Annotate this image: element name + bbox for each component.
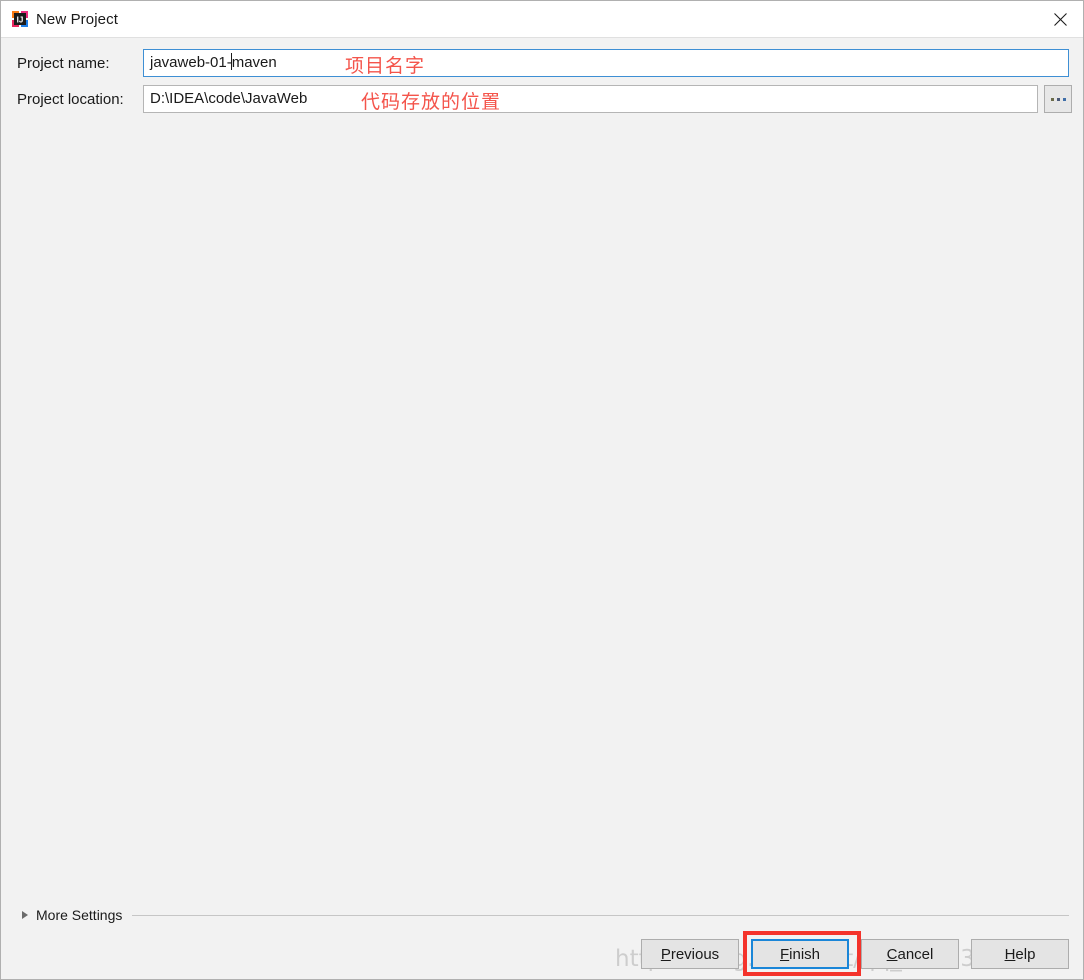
annotation-project-name: 项目名字 [345, 55, 426, 77]
project-name-input[interactable]: javaweb-01-maven [143, 49, 1069, 77]
browse-folder-button[interactable] [1044, 85, 1072, 113]
cancel-button-mnemonic: C [886, 945, 898, 963]
new-project-dialog: IJ New Project Project name: javaweb-01-… [0, 0, 1084, 980]
separator-line [132, 914, 1069, 916]
help-button-mnemonic: H [1004, 945, 1016, 963]
finish-button-label: inish [789, 945, 821, 963]
project-location-input[interactable]: D:\IDEA\code\JavaWeb [143, 85, 1038, 113]
project-name-label: Project name: [17, 54, 110, 72]
ellipsis-icon-dot-3 [1062, 97, 1066, 101]
more-settings-label: More Settings [36, 907, 123, 923]
annotation-project-location: 代码存放的位置 [361, 91, 502, 113]
ellipsis-icon-dot-1 [1050, 97, 1054, 101]
title-bar: IJ New Project [1, 1, 1083, 38]
help-button[interactable]: Help [971, 939, 1069, 969]
project-location-row: Project location: D:\IDEA\code\JavaWeb [1, 85, 1083, 113]
chevron-right-icon [22, 911, 28, 919]
finish-button-mnemonic: F [779, 945, 790, 963]
cancel-button[interactable]: Cancel [861, 939, 959, 969]
project-location-label: Project location: [17, 90, 124, 108]
previous-button-mnemonic: P [660, 945, 671, 963]
svg-text:IJ: IJ [17, 16, 24, 25]
window-title: New Project [36, 10, 118, 28]
previous-button[interactable]: Previous [641, 939, 739, 969]
cancel-button-label: ancel [897, 945, 934, 963]
more-settings-section[interactable]: More Settings [1, 904, 1083, 926]
dialog-button-bar: Previous Finish Cancel Help [1, 938, 1083, 970]
previous-button-label: revious [670, 945, 720, 963]
close-icon[interactable] [1037, 1, 1083, 37]
intellij-idea-icon: IJ [12, 11, 28, 27]
project-name-row: Project name: javaweb-01-maven [1, 49, 1083, 77]
help-button-label: elp [1015, 945, 1036, 963]
finish-button[interactable]: Finish [751, 939, 849, 969]
ellipsis-icon-dot-2 [1056, 97, 1060, 101]
project-name-value-after-caret: maven [231, 54, 277, 71]
project-name-value-before-caret: javaweb-01- [150, 54, 232, 71]
